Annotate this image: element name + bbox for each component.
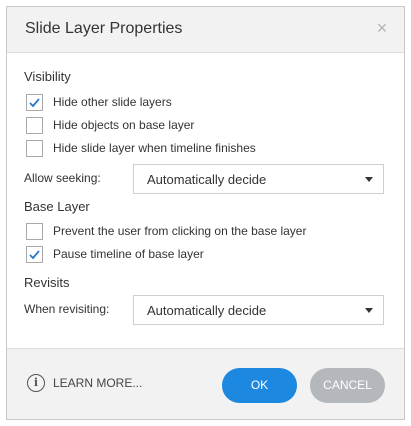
revisits-heading: Revisits — [24, 275, 70, 290]
pause-timeline-base-layer-option[interactable]: Pause timeline of base layer — [26, 245, 204, 263]
visibility-heading: Visibility — [24, 69, 71, 84]
prevent-clicking-base-layer-checkbox[interactable] — [26, 222, 43, 240]
dropdown-caret-icon — [365, 177, 373, 182]
title-bar: Slide Layer Properties × — [7, 7, 404, 53]
checkmark-icon — [29, 97, 40, 107]
close-icon[interactable]: × — [374, 19, 390, 37]
hide-layer-when-timeline-finishes-label: Hide slide layer when timeline finishes — [53, 141, 256, 155]
learn-more-link[interactable]: i LEARN MORE... — [27, 374, 142, 392]
hide-other-slide-layers-checkbox[interactable] — [26, 93, 43, 111]
cancel-button[interactable]: CANCEL — [310, 368, 385, 403]
allow-seeking-dropdown[interactable]: Automatically decide — [133, 164, 384, 194]
checkmark-icon — [29, 249, 40, 259]
dropdown-caret-icon — [365, 308, 373, 313]
hide-layer-when-timeline-finishes-checkbox[interactable] — [26, 139, 43, 157]
pause-timeline-base-layer-label: Pause timeline of base layer — [53, 247, 204, 261]
prevent-clicking-base-layer-option[interactable]: Prevent the user from clicking on the ba… — [26, 222, 306, 240]
dialog-footer: i LEARN MORE... OK CANCEL — [7, 348, 404, 419]
allow-seeking-value: Automatically decide — [147, 172, 267, 187]
dialog-title: Slide Layer Properties — [25, 20, 183, 37]
slide-layer-properties-dialog: Slide Layer Properties × Visibility Hide… — [6, 6, 405, 420]
hide-layer-when-timeline-finishes-option[interactable]: Hide slide layer when timeline finishes — [26, 139, 256, 157]
when-revisiting-label: When revisiting: — [24, 302, 110, 316]
hide-objects-on-base-layer-label: Hide objects on base layer — [53, 118, 195, 132]
when-revisiting-value: Automatically decide — [147, 303, 267, 318]
base-layer-heading: Base Layer — [24, 199, 90, 214]
learn-more-label: LEARN MORE... — [53, 376, 143, 390]
prevent-clicking-base-layer-label: Prevent the user from clicking on the ba… — [53, 224, 307, 238]
ok-button[interactable]: OK — [222, 368, 297, 403]
hide-objects-on-base-layer-checkbox[interactable] — [26, 116, 43, 134]
hide-objects-on-base-layer-option[interactable]: Hide objects on base layer — [26, 116, 194, 134]
info-icon: i — [27, 374, 45, 392]
hide-other-slide-layers-option[interactable]: Hide other slide layers — [26, 93, 172, 111]
hide-other-slide-layers-label: Hide other slide layers — [53, 95, 172, 109]
allow-seeking-label: Allow seeking: — [24, 171, 101, 185]
pause-timeline-base-layer-checkbox[interactable] — [26, 245, 43, 263]
when-revisiting-dropdown[interactable]: Automatically decide — [133, 295, 384, 325]
